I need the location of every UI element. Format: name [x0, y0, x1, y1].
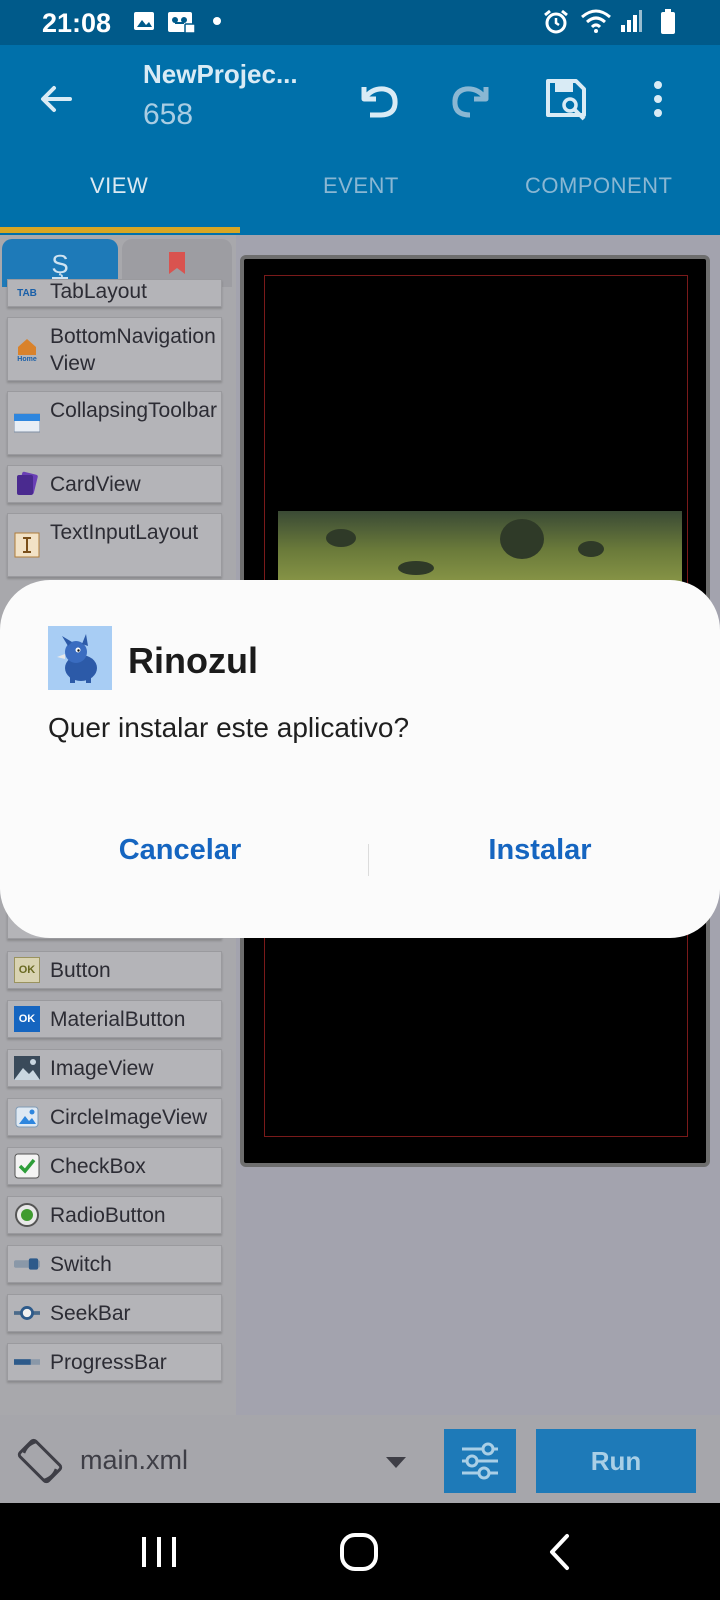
- palette-item-imageview[interactable]: ImageView: [7, 1049, 222, 1087]
- notification-dot-icon: [213, 17, 221, 25]
- cancel-button[interactable]: Cancelar: [0, 820, 360, 880]
- palette-item-materialbutton[interactable]: OK MaterialButton: [7, 1000, 222, 1038]
- palette-item-label: TextInputLayout: [50, 521, 199, 544]
- palette-item-tablayout[interactable]: TAB TabLayout: [7, 279, 222, 307]
- dialog-message: Quer instalar este aplicativo?: [48, 712, 410, 743]
- undo-icon[interactable]: [352, 73, 404, 125]
- back-arrow-icon[interactable]: [30, 73, 82, 125]
- palette-item-collapsingtoolbar[interactable]: CollapsingToolbar: [7, 391, 222, 455]
- chevron-down-icon[interactable]: [386, 1457, 406, 1468]
- battery-icon: [661, 9, 675, 34]
- tab-component[interactable]: COMPONENT: [525, 173, 673, 199]
- palette-item-label: BottomNavigationView: [50, 325, 216, 375]
- palette-item-radiobutton[interactable]: RadioButton: [7, 1196, 222, 1234]
- palette-item-cardview[interactable]: CardView: [7, 465, 222, 503]
- install-button[interactable]: Instalar: [360, 820, 720, 880]
- svg-text:Ş: Ş: [51, 249, 68, 279]
- palette-item-progressbar[interactable]: ProgressBar: [7, 1343, 222, 1381]
- signal-icon: [621, 10, 642, 32]
- checkbox-icon: [14, 1153, 40, 1179]
- button-icon: OK: [14, 957, 40, 983]
- palette-item-switch[interactable]: Switch: [7, 1245, 222, 1283]
- home-button-icon[interactable]: [334, 1527, 384, 1577]
- circle-image-icon: [14, 1104, 40, 1130]
- progressbar-icon: [14, 1349, 40, 1375]
- nav-back-icon[interactable]: [536, 1527, 586, 1577]
- properties-button[interactable]: [444, 1429, 516, 1493]
- redo-icon[interactable]: [446, 73, 498, 125]
- palette-item-label: Button: [50, 959, 111, 982]
- palette-item-label: CollapsingToolbar: [50, 399, 217, 422]
- rotate-screen-icon[interactable]: [14, 1435, 66, 1487]
- seekbar-icon: [14, 1300, 40, 1326]
- dialog-title: Rinozul: [128, 640, 258, 681]
- app-icon: [48, 626, 112, 690]
- voicemail-icon: [168, 12, 196, 34]
- recent-apps-icon[interactable]: [134, 1527, 184, 1577]
- project-name: NewProjec...: [143, 59, 298, 89]
- save-icon[interactable]: [540, 73, 592, 125]
- rhino-logo-icon: [57, 634, 97, 683]
- install-dialog: Rinozul Quer instalar este aplicativo? C…: [0, 580, 720, 938]
- palette-item-label: TabLayout: [50, 280, 147, 303]
- palette-item-label: MaterialButton: [50, 1008, 186, 1031]
- gallery-icon: [134, 12, 154, 30]
- palette-item-label: SeekBar: [50, 1302, 131, 1325]
- palette-item-label: ProgressBar: [50, 1351, 167, 1374]
- sliders-icon: [462, 1442, 498, 1480]
- palette-item-seekbar[interactable]: SeekBar: [7, 1294, 222, 1332]
- status-bar: 21:08: [0, 0, 720, 45]
- app-bar: NewProjec... 658 VIEW EVENT COMPONENT: [0, 45, 720, 235]
- system-nav-bar: [0, 1503, 720, 1600]
- overflow-menu-icon[interactable]: [632, 73, 684, 125]
- palette-item-label: ImageView: [50, 1057, 154, 1080]
- project-number: 658: [143, 98, 194, 131]
- palette-item-label: CardView: [50, 473, 141, 496]
- switch-icon: [14, 1251, 40, 1277]
- svg-text:Home: Home: [17, 356, 37, 362]
- textinput-icon: [14, 532, 40, 558]
- run-button[interactable]: Run: [536, 1429, 696, 1493]
- palette-item-label: RadioButton: [50, 1204, 166, 1227]
- status-time: 21:08: [42, 8, 112, 38]
- tablayout-icon: TAB: [17, 287, 37, 299]
- palette-item-label: CheckBox: [50, 1155, 146, 1178]
- palette-item-circleimageview[interactable]: CircleImageView: [7, 1098, 222, 1136]
- palette-item-textinputlayout[interactable]: TextInputLayout: [7, 513, 222, 577]
- tab-event[interactable]: EVENT: [323, 173, 399, 199]
- palette-item-label: Switch: [50, 1253, 112, 1276]
- alarm-icon: [544, 9, 568, 34]
- tab-indicator: [0, 227, 240, 233]
- toolbar-icon: [14, 410, 40, 436]
- palette-item-label: CircleImageView: [50, 1106, 208, 1129]
- palette-item-checkbox[interactable]: CheckBox: [7, 1147, 222, 1185]
- tab-view[interactable]: VIEW: [90, 173, 148, 199]
- palette-item-bottomnavigationview[interactable]: Home BottomNavigationView: [7, 317, 222, 381]
- radio-icon: [14, 1202, 40, 1228]
- materialbutton-icon: OK: [14, 1006, 40, 1032]
- cardview-icon: [14, 471, 40, 497]
- image-icon: [14, 1055, 40, 1081]
- palette-item-button[interactable]: OK Button: [7, 951, 222, 989]
- file-selector[interactable]: main.xml: [80, 1445, 188, 1476]
- home-icon: Home: [14, 336, 40, 362]
- wifi-icon: [581, 9, 611, 33]
- bottom-toolbar: main.xml Run: [0, 1415, 720, 1503]
